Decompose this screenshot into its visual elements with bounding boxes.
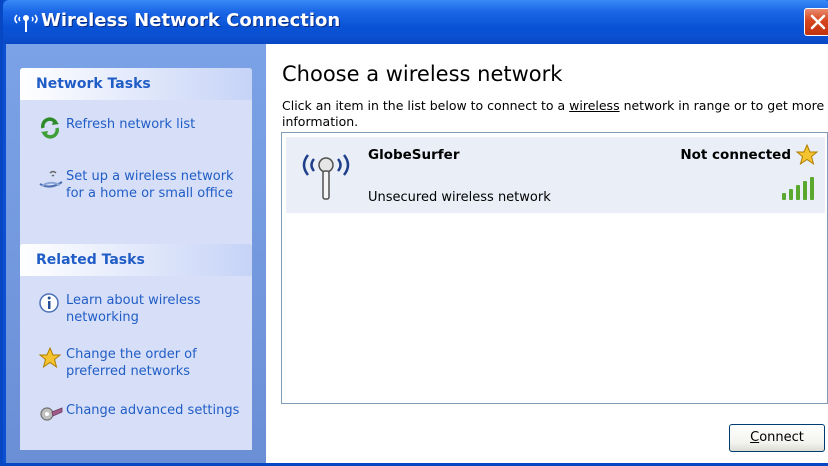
- refresh-icon: [41, 117, 59, 139]
- info-icon: [39, 293, 59, 313]
- wireless-antenna-icon: [302, 154, 350, 200]
- preferred-star-icon: [795, 143, 819, 166]
- related-tasks-panel: Related Tasks Learn about wireless netwo…: [20, 244, 252, 450]
- instructions-text: Click an item in the list below to conne…: [282, 98, 828, 130]
- close-icon: [810, 14, 826, 30]
- task-label: Change advanced settings: [66, 403, 240, 418]
- network-tasks-header: Network Tasks: [20, 68, 252, 100]
- wireless-antenna-icon: [14, 14, 38, 32]
- settings-icon: [40, 407, 63, 421]
- connect-label: onnect: [759, 430, 804, 445]
- main-pane: Choose a wireless network Click an item …: [266, 44, 828, 463]
- task-label: Set up a wireless network for a home or …: [66, 169, 234, 201]
- wireless-network-window: Wireless Network Connection Network Task…: [0, 0, 828, 466]
- star-icon: [38, 346, 62, 369]
- page-title: Choose a wireless network: [282, 62, 563, 86]
- title-bar[interactable]: Wireless Network Connection: [3, 0, 828, 44]
- setup-wizard-icon: [39, 170, 63, 188]
- client-area: Network Tasks Refresh network list Set u…: [6, 44, 828, 463]
- task-label: Learn about wireless networking: [66, 293, 201, 325]
- task-label: Change the order of preferred networks: [66, 347, 197, 379]
- connection-status: Not connected: [680, 147, 791, 163]
- related-tasks-header: Related Tasks: [20, 244, 252, 276]
- task-refresh-network-list[interactable]: Refresh network list: [38, 116, 248, 140]
- network-list[interactable]: GlobeSurfer Not connected Unsecured wire…: [281, 132, 828, 404]
- connect-accesskey: C: [750, 430, 760, 445]
- task-change-order-preferred[interactable]: Change the order of preferred networks: [38, 346, 248, 380]
- task-change-advanced-settings[interactable]: Change advanced settings: [38, 402, 248, 426]
- security-status: Unsecured wireless network: [368, 190, 551, 205]
- task-setup-wireless-network[interactable]: Set up a wireless network for a home or …: [38, 168, 248, 202]
- task-pane: Network Tasks Refresh network list Set u…: [6, 44, 266, 463]
- connect-button[interactable]: Connect: [729, 424, 825, 452]
- task-label: Refresh network list: [66, 117, 196, 132]
- window-title: Wireless Network Connection: [41, 10, 341, 31]
- instructions-part: Click an item in the list below to conne…: [282, 98, 570, 113]
- instructions-accesskey: wireless: [569, 98, 620, 113]
- network-list-item[interactable]: GlobeSurfer Not connected Unsecured wire…: [286, 137, 825, 213]
- network-name: GlobeSurfer: [368, 147, 460, 163]
- close-button[interactable]: [804, 8, 828, 36]
- task-learn-wireless[interactable]: Learn about wireless networking: [38, 292, 248, 326]
- signal-strength-icon: [782, 177, 814, 200]
- network-tasks-panel: Network Tasks Refresh network list Set u…: [20, 68, 252, 246]
